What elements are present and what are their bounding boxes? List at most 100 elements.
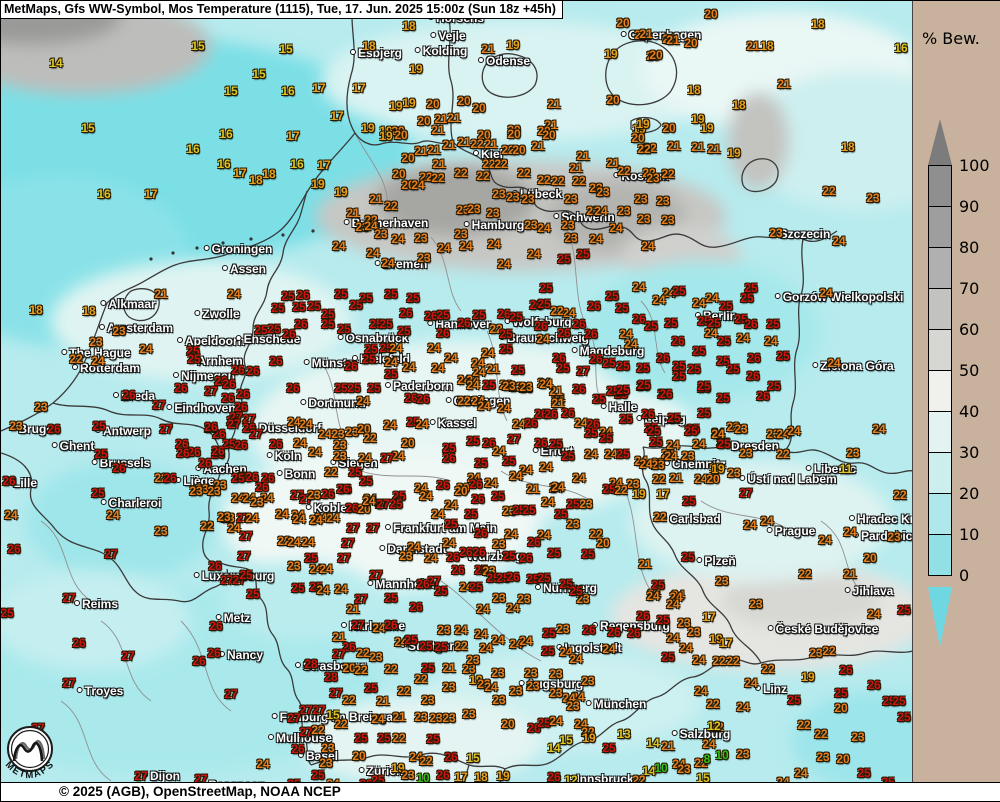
temperature-value: 26	[221, 391, 234, 405]
temperature-value: 14	[49, 56, 62, 70]
temperature-value: 26	[122, 388, 135, 402]
temperature-value: 23	[564, 192, 577, 206]
temperature-value: 25	[434, 640, 447, 654]
temperature-value: 21	[414, 144, 427, 158]
temperature-value: 25	[776, 349, 789, 363]
legend-tick: 40	[959, 402, 979, 421]
temperature-value: 25	[321, 317, 334, 331]
temperature-value: 19	[801, 670, 814, 684]
city-label: Linz	[755, 682, 787, 696]
temperature-value: 25	[556, 361, 569, 375]
temperature-value: 24	[602, 642, 615, 656]
temperature-value: 23	[401, 768, 414, 782]
temperature-value: 26	[286, 381, 299, 395]
temperature-value: 23	[646, 171, 659, 185]
temperature-value: 24	[639, 457, 652, 471]
legend-segment	[928, 370, 952, 412]
temperature-value: 23	[421, 693, 434, 707]
temperature-value: 21	[427, 143, 440, 157]
temperature-value: 24	[652, 293, 665, 307]
temperature-value: 22	[363, 431, 376, 445]
temperature-value: 25	[684, 424, 697, 438]
temperature-value: 26	[519, 551, 532, 565]
temperature-value: 21	[669, 471, 682, 485]
temperature-value: 26	[321, 487, 334, 501]
temperature-value: 25	[672, 284, 685, 298]
temperature-value: 25	[291, 581, 304, 595]
temperature-value: 25	[434, 584, 447, 598]
temperature-value: 24	[872, 422, 885, 436]
temperature-value: 24	[459, 239, 472, 253]
temperature-value: 24	[679, 641, 692, 655]
temperature-value: 24	[389, 341, 402, 355]
temperature-value: 21	[638, 557, 651, 571]
temperature-value: 22	[342, 693, 355, 707]
temperature-value: 25	[664, 316, 677, 330]
temperature-value: 25	[681, 550, 694, 564]
temperature-value: 24	[424, 551, 437, 565]
temperature-value: 20	[401, 436, 414, 450]
temperature-value: 24	[624, 337, 637, 351]
city-marker-icon	[845, 587, 851, 593]
temperature-value: 23	[521, 192, 534, 206]
temperature-value: 24	[827, 356, 840, 370]
temperature-value: 27	[332, 647, 345, 661]
temperature-value: 25	[379, 317, 392, 331]
temperature-value: 27	[287, 711, 300, 725]
temperature-value: 23	[417, 251, 430, 265]
temperature-value: 24	[415, 417, 428, 431]
legend-segment	[928, 493, 952, 535]
copyright-text: © 2025 (AGB), OpenStreetMap, NOAA NCEP	[59, 784, 341, 799]
legend-segment	[928, 206, 952, 248]
temperature-value: 26	[582, 623, 595, 637]
temperature-value: 17	[144, 187, 157, 201]
temperature-value: 25	[364, 681, 377, 695]
temperature-value: 17	[317, 158, 330, 172]
temperature-value: 25	[334, 381, 347, 395]
temperature-value: 24	[275, 507, 288, 521]
temperature-value: 21	[639, 27, 652, 41]
temperature-value: 25	[464, 507, 477, 521]
temperature-value: 23	[687, 625, 700, 639]
city-marker-icon	[375, 260, 381, 266]
temperature-value: 23	[851, 730, 864, 744]
legend-tick: 10	[959, 525, 979, 544]
city-marker-icon	[775, 293, 781, 299]
temperature-value: 19	[604, 47, 617, 61]
temperature-value: 25	[354, 731, 367, 745]
temperature-value: 23	[596, 185, 609, 199]
city-marker-icon	[379, 545, 385, 551]
temperature-value: 25	[717, 437, 730, 451]
temperature-value: 25	[94, 447, 107, 461]
temperature-value: 24	[694, 684, 707, 698]
temperature-value: 26	[236, 387, 249, 401]
temperature-value: 27	[121, 649, 134, 663]
temperature-value: 27	[507, 432, 520, 446]
temperature-value: 24	[454, 623, 467, 637]
temperature-value: 24	[487, 237, 500, 251]
temperature-value: 22	[494, 157, 507, 171]
city-label: Amsterdam	[99, 321, 173, 335]
temperature-value: 23	[549, 667, 562, 681]
temperature-value: 25	[602, 741, 615, 755]
temperature-value: 26	[446, 550, 459, 564]
temperature-value: 16	[281, 84, 294, 98]
temperature-value: 13	[617, 727, 630, 741]
temperature-value: 24	[474, 627, 487, 641]
temperature-value: 24	[646, 589, 659, 603]
temperature-value: 20	[417, 114, 430, 128]
temperature-value: 27	[239, 529, 252, 543]
temperature-value: 24	[299, 417, 312, 431]
temperature-value: 26	[459, 545, 472, 559]
temperature-value: 23	[466, 653, 479, 667]
temperature-value: 23	[9, 419, 22, 433]
temperature-value: 15	[466, 751, 479, 765]
temperature-value: 22	[550, 304, 563, 318]
temperature-value: 26	[204, 420, 217, 434]
city-marker-icon	[99, 324, 105, 330]
temperature-value: 26	[572, 382, 585, 396]
temperature-value: 24	[245, 511, 258, 525]
temperature-value: 24	[736, 700, 749, 714]
temperature-value: 18	[82, 304, 95, 318]
temperature-value: 20	[401, 151, 414, 165]
